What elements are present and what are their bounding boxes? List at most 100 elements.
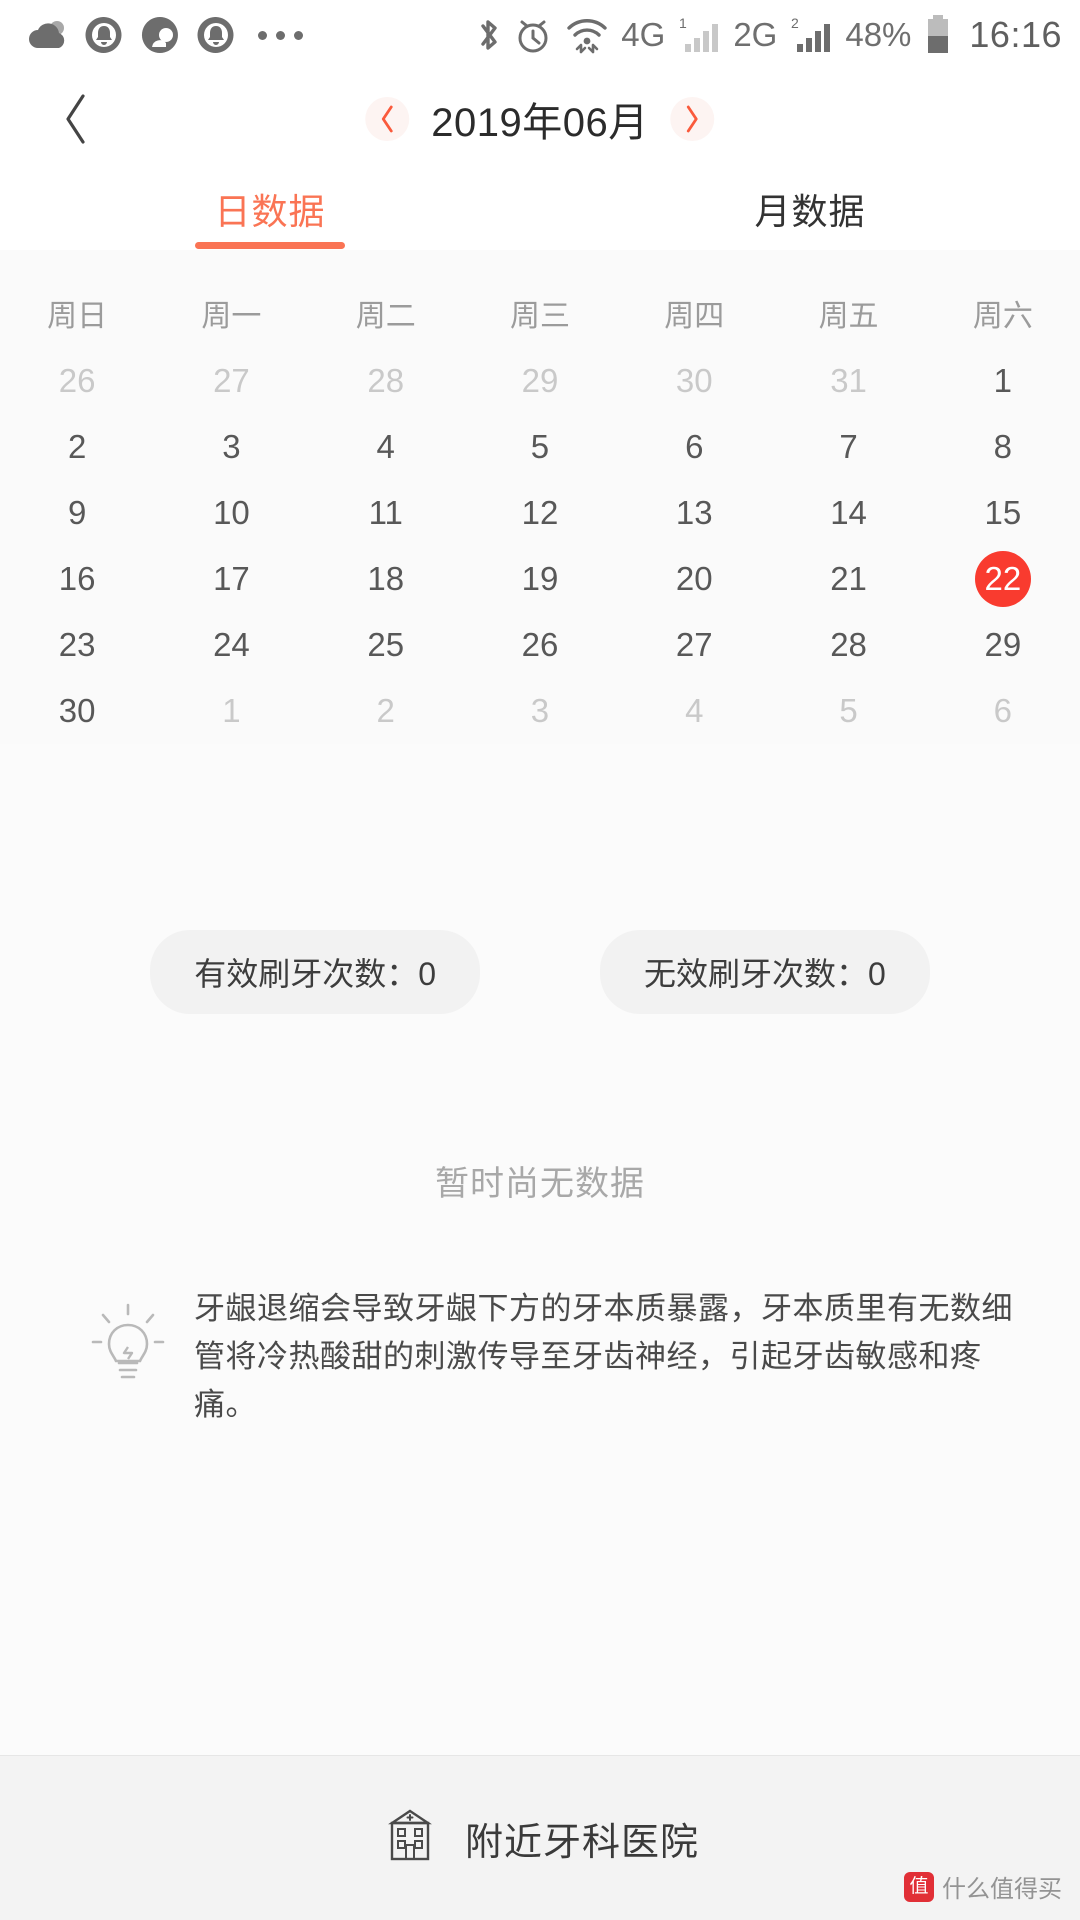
calendar-day[interactable]: 20 <box>617 546 771 612</box>
calendar-day[interactable]: 19 <box>463 546 617 612</box>
calendar-day[interactable]: 4 <box>309 414 463 480</box>
notification-ring-icon <box>196 15 236 55</box>
calendar-day-number: 20 <box>675 560 713 597</box>
calendar-day[interactable]: 14 <box>771 480 925 546</box>
calendar-day-number: 3 <box>222 428 241 465</box>
nearby-dental-hospital-label: 附近牙科医院 <box>464 1821 699 1864</box>
calendar-day[interactable]: 7 <box>771 414 925 480</box>
cloud-icon <box>28 18 68 52</box>
bluetooth-icon <box>475 14 501 56</box>
calendar-day[interactable]: 28 <box>309 348 463 414</box>
calendar-day[interactable]: 16 <box>0 546 154 612</box>
calendar-day[interactable]: 26 <box>0 348 154 414</box>
calendar-day-number: 30 <box>58 692 96 729</box>
empty-state-label: 暂时尚无数据 <box>435 1164 645 1203</box>
calendar-day[interactable]: 17 <box>154 546 308 612</box>
calendar-day-number: 28 <box>367 362 405 399</box>
calendar-day[interactable]: 2 <box>0 414 154 480</box>
battery-icon <box>923 13 953 57</box>
calendar-day-number: 28 <box>830 626 867 663</box>
calendar-day[interactable]: 23 <box>0 612 154 678</box>
calendar-week-row: 23 24 25 26 27 28 29 <box>0 612 1080 678</box>
calendar-day[interactable]: 13 <box>617 480 771 546</box>
calendar-weekday-header: 周日 周一 周二 周三 周四 周五 周六 <box>0 278 1080 348</box>
calendar-day[interactable]: 15 <box>926 480 1080 546</box>
calendar-day[interactable]: 1 <box>926 348 1080 414</box>
wifi-icon <box>565 14 609 56</box>
calendar-day-number: 19 <box>521 560 559 597</box>
calendar-day-number: 4 <box>376 428 395 465</box>
signal-sim1-icon: 1 <box>677 14 721 56</box>
more-dots-icon <box>258 30 303 40</box>
calendar-day-number: 6 <box>685 428 704 465</box>
calendar-day[interactable]: 26 <box>463 612 617 678</box>
calendar-day[interactable]: 30 <box>0 678 154 744</box>
network-type-4g-label: 4G <box>621 16 666 53</box>
calendar-day[interactable]: 28 <box>771 612 925 678</box>
signal-sim2-icon: 2 <box>789 14 833 56</box>
calendar-day[interactable]: 8 <box>926 414 1080 480</box>
status-bar-right-icons: 4G 1 2G 2 48% 16:16 <box>475 13 1062 57</box>
calendar-day[interactable]: 3 <box>154 414 308 480</box>
back-button[interactable] <box>48 91 104 147</box>
calendar-day-number: 13 <box>675 494 713 531</box>
notification-ring-icon <box>84 15 124 55</box>
calendar-day-number: 27 <box>675 626 713 663</box>
battery-percent-label: 48% <box>845 16 912 53</box>
calendar-day[interactable]: 24 <box>154 612 308 678</box>
weekday-wed: 周三 <box>509 300 570 333</box>
calendar-day-number: 29 <box>521 362 559 399</box>
calendar-day-number: 1 <box>222 692 241 729</box>
watermark: 值 什么值得买 <box>904 1869 1062 1904</box>
page-title: 2019年06月 <box>431 101 649 145</box>
calendar-week-row: 2 3 4 5 6 7 8 <box>0 414 1080 480</box>
calendar-day[interactable]: 25 <box>309 612 463 678</box>
tab-day-data-label: 日数据 <box>214 191 326 232</box>
calendar-day[interactable]: 29 <box>463 348 617 414</box>
calendar-day[interactable]: 21 <box>771 546 925 612</box>
calendar-day-number: 3 <box>530 692 550 729</box>
valid-brush-count-pill: 有效刷牙次数：0 <box>150 930 480 1014</box>
next-month-button[interactable] <box>670 97 715 141</box>
calendar-day[interactable]: 12 <box>463 480 617 546</box>
calendar-day-number: 9 <box>67 494 87 531</box>
calendar-day-number: 15 <box>984 494 1022 531</box>
calendar-day-number: 26 <box>521 626 559 663</box>
calendar-day[interactable]: 18 <box>309 546 463 612</box>
calendar-day[interactable]: 29 <box>926 612 1080 678</box>
calendar-day-number: 2 <box>376 692 395 729</box>
calendar-day-number: 16 <box>58 560 96 597</box>
calendar-day[interactable]: 10 <box>154 480 308 546</box>
calendar-day-number: 14 <box>830 494 867 531</box>
calendar-day-number: 22 <box>974 551 1031 607</box>
chevron-right-icon <box>687 105 699 133</box>
calendar-day[interactable]: 27 <box>154 348 308 414</box>
calendar-day[interactable]: 5 <box>463 414 617 480</box>
calendar-day[interactable]: 3 <box>463 678 617 744</box>
calendar-day[interactable]: 22 <box>926 546 1080 612</box>
calendar-day[interactable]: 6 <box>926 678 1080 744</box>
tab-month-data[interactable]: 月数据 <box>540 168 1080 250</box>
calendar-day[interactable]: 2 <box>309 678 463 744</box>
network-type-2g-label: 2G <box>733 16 778 53</box>
calendar-day[interactable]: 4 <box>617 678 771 744</box>
calendar: 周日 周一 周二 周三 周四 周五 周六 26 27 28 29 30 31 1 2 3 4 5 6 7… <box>0 250 1080 744</box>
chevron-left-icon <box>66 94 85 144</box>
calendar-day[interactable]: 1 <box>154 678 308 744</box>
calendar-day[interactable]: 5 <box>771 678 925 744</box>
calendar-day-number: 25 <box>367 626 405 663</box>
calendar-week-row: 30 1 2 3 4 5 6 <box>0 678 1080 744</box>
calendar-day[interactable]: 11 <box>309 480 463 546</box>
calendar-day[interactable]: 30 <box>617 348 771 414</box>
calendar-day-number: 2 <box>67 428 87 465</box>
calendar-day[interactable]: 9 <box>0 480 154 546</box>
calendar-day[interactable]: 31 <box>771 348 925 414</box>
calendar-day[interactable]: 27 <box>617 612 771 678</box>
calendar-grid: 26 27 28 29 30 31 1 2 3 4 5 6 7 8 9 10 11 12 13 14 15 16 17 18 1… <box>0 348 1080 744</box>
prev-month-button[interactable] <box>365 97 410 141</box>
app-screen: 4G 1 2G 2 48% 16:16 2019年06月 日数据 月数据 周日 … <box>0 0 1080 1920</box>
calendar-day[interactable]: 6 <box>617 414 771 480</box>
tab-day-data[interactable]: 日数据 <box>0 168 540 250</box>
status-bar: 4G 1 2G 2 48% 16:16 <box>0 0 1080 70</box>
calendar-day-number: 26 <box>58 362 96 399</box>
